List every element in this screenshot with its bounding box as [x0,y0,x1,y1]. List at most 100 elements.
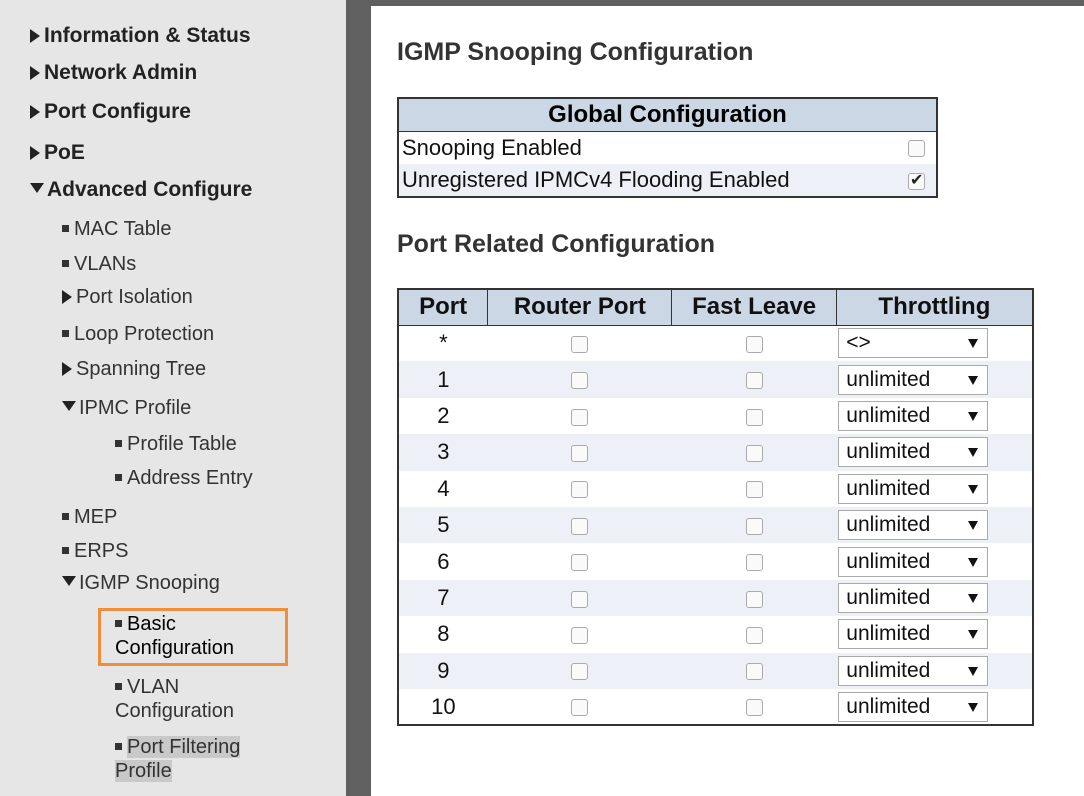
table-row: * <> [398,325,1033,361]
sidebar-nav: Information & Status Network Admin Port … [0,0,346,796]
sidebar-item-port-configure[interactable]: Port Configure [30,100,191,124]
dropdown-arrow-icon [968,484,979,494]
table-row: 2 unlimited [398,398,1033,434]
square-bullet-icon [62,225,69,232]
router-port-checkbox[interactable] [571,663,589,681]
router-port-checkbox[interactable] [571,445,589,463]
fast-leave-checkbox[interactable] [745,481,763,499]
throttling-value: unlimited [846,658,931,682]
selection-highlight-box [98,608,288,666]
router-port-checkbox[interactable] [571,517,589,535]
square-bullet-icon [115,683,122,690]
throttling-select[interactable]: unlimited [838,619,989,650]
sidebar-item-profile-table[interactable]: Profile Table [115,432,237,456]
triangle-down-icon [30,183,44,193]
throttling-value: unlimited [846,367,931,391]
sidebar-item-loop-protection[interactable]: Loop Protection [62,322,214,346]
throttling-select[interactable]: unlimited [838,364,989,395]
triangle-right-icon [62,362,72,376]
port-number: 3 [398,434,488,471]
throttling-select[interactable]: unlimited [838,400,989,431]
square-bullet-icon [62,513,69,520]
table-row: Snooping Enabled [398,131,937,164]
router-port-checkbox[interactable] [571,627,589,644]
port-number: 5 [398,506,488,544]
fast-leave-checkbox[interactable] [745,699,763,717]
fast-leave-checkbox[interactable] [745,336,763,354]
sidebar-item-igmp-snooping[interactable]: IGMP Snooping [62,571,220,595]
sidebar-item-port-isolation[interactable]: Port Isolation [62,285,193,309]
triangle-right-icon [62,290,72,304]
global-configuration-header: Global Configuration [398,98,937,132]
square-bullet-icon [115,743,122,750]
table-row: 9 unlimited [398,652,1033,689]
sidebar-item-address-entry[interactable]: Address Entry [115,466,253,490]
port-number: 10 [431,693,456,719]
throttling-select[interactable]: unlimited [838,546,989,577]
throttling-value: unlimited [846,513,931,537]
fast-leave-checkbox[interactable] [745,627,763,644]
throttling-select[interactable]: unlimited [838,582,989,613]
fast-leave-checkbox[interactable] [745,663,763,681]
table-row: 7 unlimited [398,579,1033,617]
sidebar-item-port-filtering-profile[interactable]: Port Filtering Profile [115,735,280,783]
sidebar-item-poe[interactable]: PoE [30,141,85,165]
throttling-value: unlimited [846,440,931,464]
router-port-checkbox[interactable] [571,408,589,426]
square-bullet-icon [62,547,69,554]
throttling-select[interactable]: unlimited [838,655,989,686]
sidebar-item-information-status[interactable]: Information & Status [30,24,251,48]
dropdown-arrow-icon [968,593,979,603]
sidebar-item-vlans[interactable]: VLANs [62,252,136,276]
sidebar-item-advanced-configure[interactable]: Advanced Configure [30,178,252,202]
fast-leave-checkbox[interactable] [745,517,763,535]
sidebar-divider[interactable] [346,0,371,796]
table-row: 10 unlimited [398,689,1033,725]
sidebar-item-spanning-tree[interactable]: Spanning Tree [62,357,206,381]
sidebar-item-mep[interactable]: MEP [62,505,117,529]
fast-leave-checkbox[interactable] [745,372,763,390]
sidebar-item-vlan-configuration[interactable]: VLAN Configuration [115,675,280,723]
table-row: 4 unlimited [398,471,1033,507]
router-port-checkbox[interactable] [571,336,589,354]
unregistered-flooding-checkbox[interactable] [908,170,925,190]
throttling-select[interactable]: unlimited [838,437,989,468]
sidebar-item-mac-table[interactable]: MAC Table [62,217,171,241]
throttling-select[interactable]: <> [838,328,989,359]
throttling-select[interactable]: unlimited [838,510,989,541]
port-number: 2 [437,402,450,428]
port-number: * [439,330,448,356]
port-number: 4 [437,475,450,501]
throttling-value: unlimited [846,403,931,427]
port-configuration-table: Port Router Port Fast Leave Throttling *… [397,288,1034,727]
sidebar-item-ipmc-profile[interactable]: IPMC Profile [62,396,191,420]
fast-leave-checkbox[interactable] [745,554,763,572]
fast-leave-checkbox[interactable] [745,408,763,426]
snooping-enabled-checkbox[interactable] [908,140,925,158]
throttling-value: unlimited [846,694,931,718]
dropdown-arrow-icon [968,375,979,385]
sidebar-item-erps[interactable]: ERPS [62,539,128,563]
router-port-checkbox[interactable] [571,372,589,390]
throttling-value: <> [846,331,871,355]
column-header-throttling: Throttling [836,289,1033,326]
throttling-value: unlimited [846,549,931,573]
dropdown-arrow-icon [968,521,979,531]
throttling-select[interactable]: unlimited [838,691,989,722]
square-bullet-icon [115,474,122,481]
fast-leave-checkbox[interactable] [745,590,763,608]
square-bullet-icon [62,330,69,337]
fast-leave-checkbox[interactable] [745,445,763,463]
sidebar-item-network-admin[interactable]: Network Admin [30,61,197,85]
triangle-right-icon [30,146,40,160]
column-header-port: Port [398,289,489,326]
router-port-checkbox[interactable] [571,699,589,717]
throttling-select[interactable]: unlimited [838,473,989,504]
table-row: 6 unlimited [398,543,1033,579]
throttling-value: unlimited [846,622,931,646]
square-bullet-icon [115,440,122,447]
router-port-checkbox[interactable] [571,481,589,499]
column-header-fast-leave: Fast Leave [671,289,837,326]
router-port-checkbox[interactable] [571,590,589,608]
router-port-checkbox[interactable] [571,554,589,572]
